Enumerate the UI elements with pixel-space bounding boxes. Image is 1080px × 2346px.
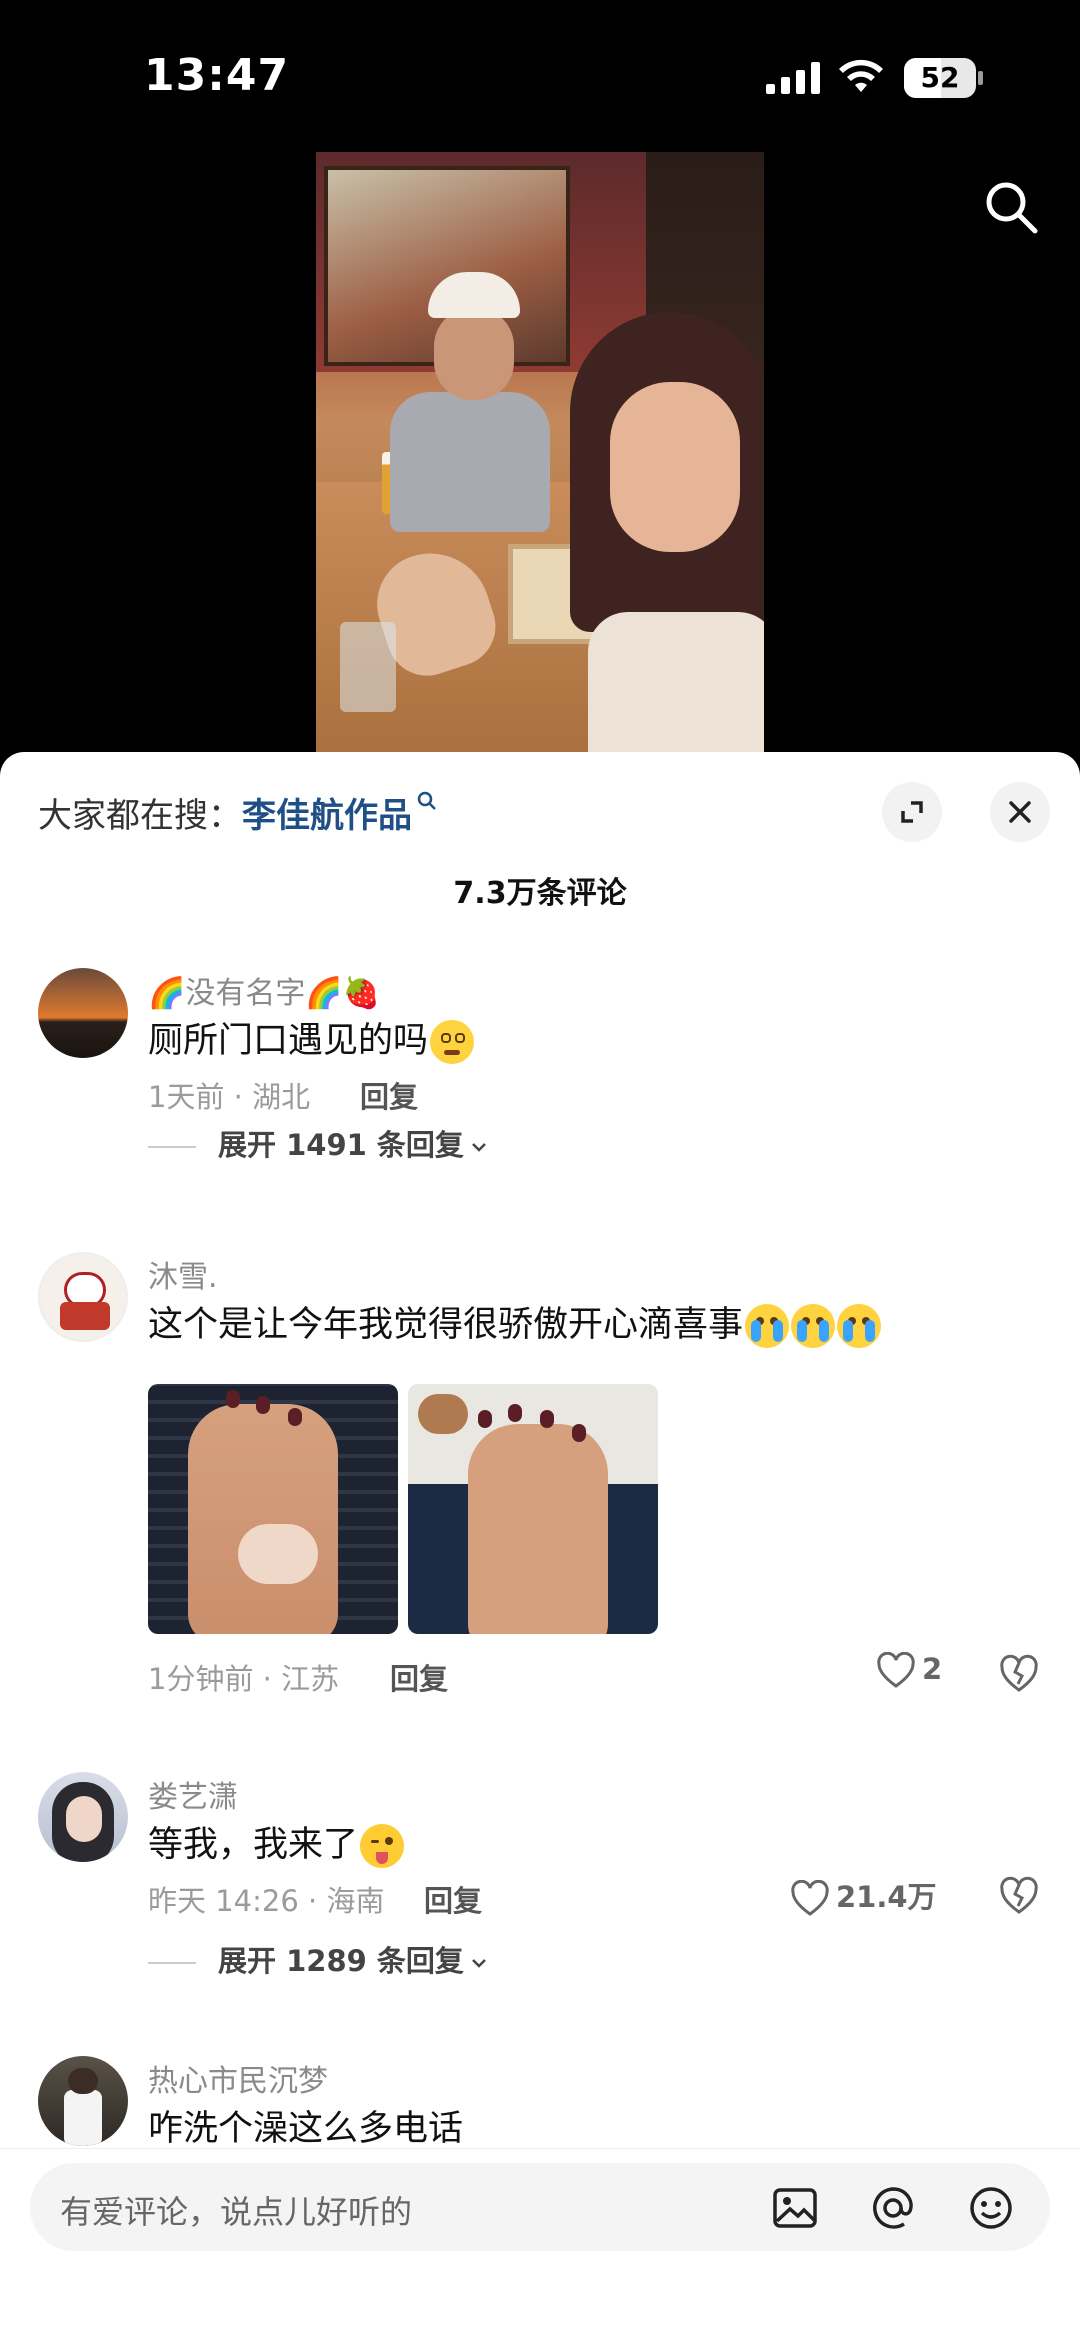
- winking-face-tongue-icon: [360, 1824, 405, 1868]
- expand-replies-label: 展开 1491 条回复: [218, 1128, 464, 1162]
- comment-text: 厕所门口遇见的吗: [148, 1012, 475, 1064]
- like-button[interactable]: 21.4万: [790, 1874, 937, 1918]
- like-count: 2: [922, 1652, 943, 1686]
- reply-button[interactable]: 回复: [390, 1656, 448, 1698]
- comment-text: 咋洗个澡这么多电话: [148, 2109, 464, 2149]
- emoji-icon[interactable]: [966, 2183, 1016, 2233]
- expand-replies-label: 展开 1289 条回复: [218, 1944, 464, 1978]
- expand-icon: [901, 801, 923, 823]
- video-person-woman: [570, 312, 764, 752]
- at-mention-icon[interactable]: [868, 2183, 918, 2233]
- comment-text-content: 这个是让今年我觉得很骄傲开心滴喜事: [148, 1305, 744, 1345]
- avatar[interactable]: [38, 1252, 128, 1342]
- small-search-icon: [417, 791, 436, 810]
- comment-username[interactable]: 沐雪.: [148, 1252, 218, 1296]
- battery-icon: 52: [904, 58, 976, 98]
- wifi-icon: [839, 59, 883, 92]
- comment-time-location: 昨天 14:26 · 海南: [148, 1884, 385, 1918]
- comment-username[interactable]: 娄艺潇: [148, 1772, 238, 1816]
- cellular-signal-icon: [766, 62, 822, 94]
- avatar[interactable]: [38, 968, 128, 1058]
- heart-icon: [791, 1879, 829, 1916]
- reply-button[interactable]: 回复: [360, 1074, 418, 1116]
- comment-item: 🌈没有名字🌈🍓 厕所门口遇见的吗 1天前 · 湖北 回复 展开 1491 条回复: [0, 968, 1080, 1162]
- battery-nub: [978, 71, 983, 85]
- comment-username[interactable]: 热心市民沉梦: [148, 2056, 328, 2100]
- close-button[interactable]: [990, 782, 1050, 842]
- video-preview[interactable]: [316, 152, 764, 752]
- crying-face-icon: [791, 1304, 836, 1348]
- comment-item: 沐雪. 这个是让今年我觉得很骄傲开心滴喜事 1分钟前 · 江苏 回复 2: [0, 1252, 1080, 1696]
- heart-icon: [877, 1651, 915, 1688]
- like-button[interactable]: 2: [876, 1651, 943, 1690]
- chevron-down-icon: [472, 1143, 486, 1152]
- expand-replies[interactable]: 展开 1289 条回复: [148, 1938, 490, 1980]
- expand-replies[interactable]: 展开 1491 条回复: [148, 1122, 490, 1164]
- action-placeholder: [810, 1064, 1020, 1094]
- dizzy-face-icon: [430, 1020, 475, 1064]
- battery-level: 52: [920, 61, 960, 94]
- comment-text-content: 厕所门口遇见的吗: [148, 1021, 429, 1061]
- status-bar: 13:47 52: [0, 0, 1080, 150]
- comment-sheet: 大家都在搜：李佳航作品 7.3万条评论 🌈没有名字🌈🍓 厕所门口遇见的吗 1天前…: [0, 752, 1080, 2346]
- comment-count: 7.3万条评论: [453, 876, 627, 911]
- battery-indicator: 52: [904, 58, 983, 98]
- search-icon[interactable]: [982, 178, 1040, 236]
- chevron-down-icon: [472, 1959, 486, 1968]
- video-glass: [340, 622, 396, 712]
- crying-face-icon: [837, 1304, 882, 1348]
- avatar[interactable]: [38, 1772, 128, 1862]
- comment-composer: 有爱评论，说点儿好听的: [0, 2148, 1080, 2346]
- avatar[interactable]: [38, 2056, 128, 2146]
- comment-image[interactable]: [148, 1384, 398, 1634]
- comment-text: 等我，我来了: [148, 1816, 405, 1868]
- image-icon[interactable]: [770, 2183, 820, 2233]
- broken-heart-icon[interactable]: [998, 1876, 1040, 1916]
- comment-time-location: 1分钟前 · 江苏: [148, 1662, 340, 1696]
- comment-image[interactable]: [408, 1384, 658, 1634]
- video-person-man: [390, 272, 550, 532]
- expand-divider: [148, 1962, 196, 1964]
- status-time: 13:47: [144, 50, 290, 101]
- like-count: 21.4万: [836, 1880, 937, 1914]
- comment-text-content: 等我，我来了: [148, 1825, 359, 1865]
- expand-button[interactable]: [882, 782, 942, 842]
- expand-divider: [148, 1146, 196, 1148]
- comment-time-location: 1天前 · 湖北: [148, 1080, 311, 1114]
- comment-input[interactable]: 有爱评论，说点儿好听的: [30, 2163, 1050, 2251]
- reply-button[interactable]: 回复: [424, 1878, 482, 1920]
- crying-face-icon: [745, 1304, 790, 1348]
- comment-input-placeholder: 有爱评论，说点儿好听的: [60, 2193, 413, 2231]
- trending-search[interactable]: 大家都在搜：李佳航作品: [38, 788, 438, 837]
- comment-text: 这个是让今年我觉得很骄傲开心滴喜事: [148, 1296, 882, 1348]
- trending-prefix: 大家都在搜：: [38, 796, 242, 836]
- comment-item: 娄艺潇 等我，我来了 昨天 14:26 · 海南 回复 21.4万 展开 128…: [0, 1772, 1080, 1992]
- close-icon: [1009, 801, 1031, 823]
- comment-username[interactable]: 🌈没有名字🌈🍓: [148, 968, 380, 1012]
- broken-heart-icon[interactable]: [998, 1654, 1040, 1694]
- trending-link[interactable]: 李佳航作品: [242, 796, 412, 836]
